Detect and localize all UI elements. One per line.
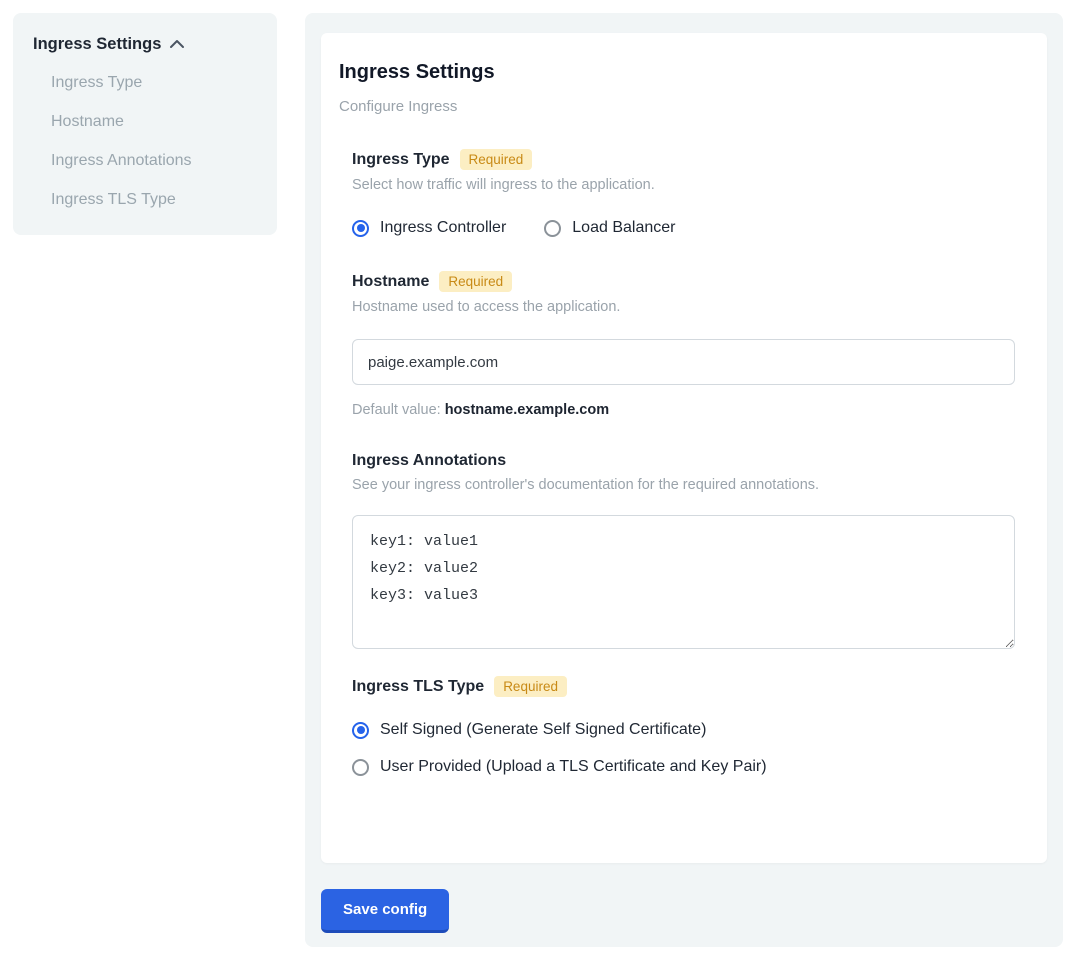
section-ingress-type: Ingress Type Required Select how traffic… xyxy=(352,149,1015,237)
ingress-settings-card: Ingress Settings Configure Ingress Ingre… xyxy=(321,33,1047,863)
sidebar-item-ingress-tls-type[interactable]: Ingress TLS Type xyxy=(51,191,257,209)
sidebar-nav: Ingress Type Hostname Ingress Annotation… xyxy=(33,74,257,209)
form-body: Ingress Type Required Select how traffic… xyxy=(352,149,1015,776)
radio-label: Ingress Controller xyxy=(380,219,506,237)
section-hostname: Hostname Required Hostname used to acces… xyxy=(352,271,1015,418)
ingress-annotations-help: See your ingress controller's documentat… xyxy=(352,477,1015,493)
section-ingress-tls-type: Ingress TLS Type Required Self Signed (G… xyxy=(352,676,1015,776)
ingress-type-help: Select how traffic will ingress to the a… xyxy=(352,177,1015,193)
sidebar-item-ingress-type[interactable]: Ingress Type xyxy=(51,74,257,92)
required-badge: Required xyxy=(460,149,533,170)
page-subtitle: Configure Ingress xyxy=(339,98,1015,115)
sidebar: Ingress Settings Ingress Type Hostname I… xyxy=(13,13,277,235)
save-config-button[interactable]: Save config xyxy=(321,889,449,933)
hostname-label: Hostname xyxy=(352,273,429,291)
ingress-annotations-textarea[interactable]: key1: value1 key2: value2 key3: value3 xyxy=(352,515,1015,649)
default-value: hostname.example.com xyxy=(445,402,609,418)
ingress-type-label: Ingress Type xyxy=(352,151,450,169)
radio-label: Load Balancer xyxy=(572,219,675,237)
ingress-tls-type-label: Ingress TLS Type xyxy=(352,678,484,696)
radio-ingress-controller[interactable]: Ingress Controller xyxy=(352,219,506,237)
page: Ingress Settings Ingress Type Hostname I… xyxy=(0,0,1090,969)
radio-label: User Provided (Upload a TLS Certificate … xyxy=(380,758,767,776)
radio-load-balancer[interactable]: Load Balancer xyxy=(544,219,675,237)
radio-icon[interactable] xyxy=(352,722,369,739)
radio-user-provided[interactable]: User Provided (Upload a TLS Certificate … xyxy=(352,758,1015,776)
hostname-default-hint: Default value: hostname.example.com xyxy=(352,402,1015,418)
chevron-up-icon xyxy=(169,35,185,54)
main-panel: Ingress Settings Configure Ingress Ingre… xyxy=(305,13,1063,947)
sidebar-header-ingress-settings[interactable]: Ingress Settings xyxy=(33,35,257,54)
hostname-input[interactable] xyxy=(352,339,1015,385)
hostname-help: Hostname used to access the application. xyxy=(352,299,1015,315)
sidebar-header-label: Ingress Settings xyxy=(33,35,161,54)
ingress-annotations-label: Ingress Annotations xyxy=(352,452,506,470)
radio-icon[interactable] xyxy=(352,220,369,237)
section-ingress-annotations: Ingress Annotations See your ingress con… xyxy=(352,452,1015,654)
page-title: Ingress Settings xyxy=(339,61,1015,84)
sidebar-item-ingress-annotations[interactable]: Ingress Annotations xyxy=(51,152,257,170)
radio-icon[interactable] xyxy=(352,759,369,776)
ingress-tls-type-radio-group: Self Signed (Generate Self Signed Certif… xyxy=(352,721,1015,776)
radio-self-signed[interactable]: Self Signed (Generate Self Signed Certif… xyxy=(352,721,1015,739)
radio-label: Self Signed (Generate Self Signed Certif… xyxy=(380,721,706,739)
required-badge: Required xyxy=(439,271,512,292)
required-badge: Required xyxy=(494,676,567,697)
radio-icon[interactable] xyxy=(544,220,561,237)
sidebar-item-hostname[interactable]: Hostname xyxy=(51,113,257,131)
default-prefix: Default value: xyxy=(352,402,445,418)
ingress-type-radio-group: Ingress Controller Load Balancer xyxy=(352,219,1015,237)
